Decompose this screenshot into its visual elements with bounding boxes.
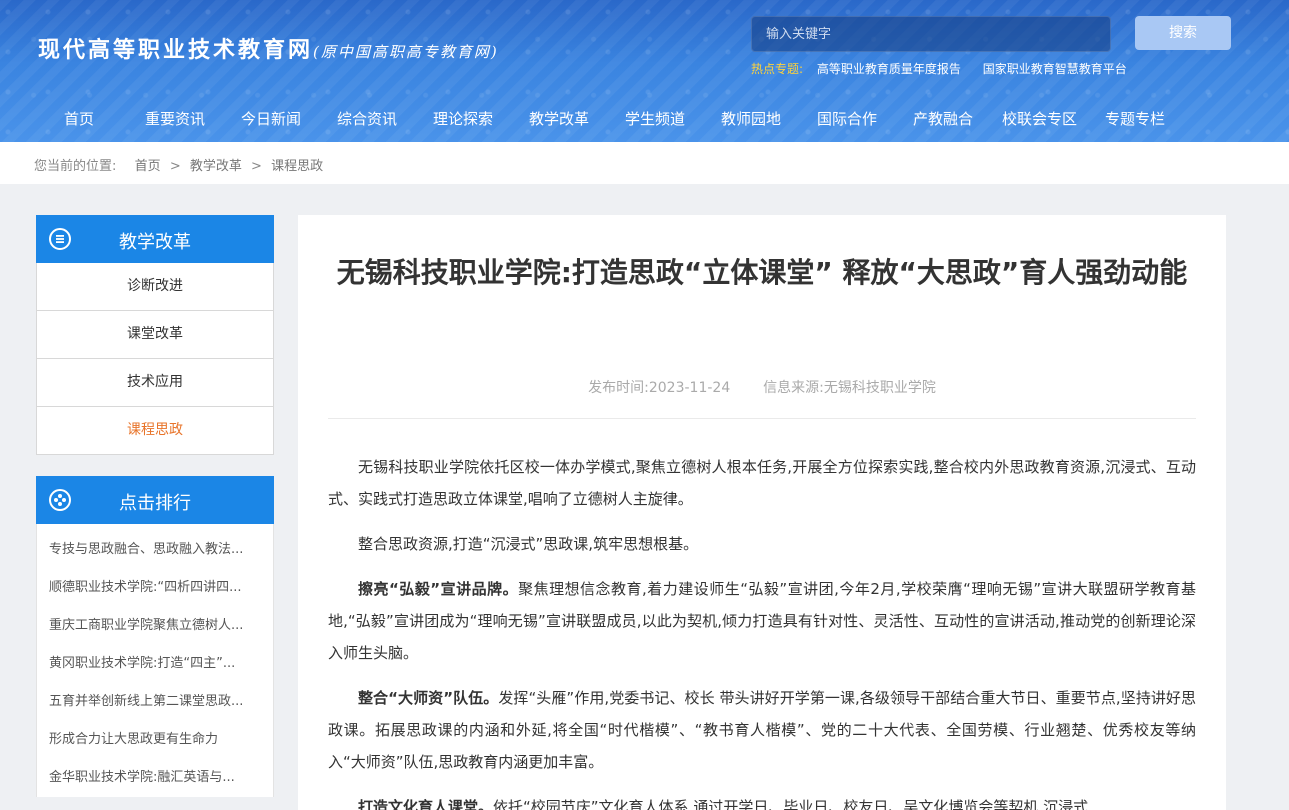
ranking-panel-title: 点击排行 bbox=[119, 493, 191, 514]
ranking-list-item[interactable]: 金华职业技术学院:融汇英语与... bbox=[36, 759, 274, 797]
site-logo[interactable]: 现代高等职业技术教育网(原中国高职高专教育网) bbox=[38, 32, 499, 64]
nav-item-teaching-reform[interactable]: 教学改革 bbox=[529, 108, 589, 129]
nav-item-international[interactable]: 国际合作 bbox=[817, 108, 877, 129]
source-name: 无锡科技职业学院 bbox=[823, 380, 936, 396]
paragraph-text: 依托“校园节庆”文化育人体系,通过开学日、毕业日、校友日、吴文化博览会等契机,沉… bbox=[493, 798, 1089, 810]
publish-date: 2023-11-24 bbox=[648, 380, 731, 396]
search-button[interactable]: 搜索 bbox=[1135, 16, 1231, 50]
ranking-panel: 点击排行 专技与思政融合、思政融入教法... 顺德职业技术学院:“四析四讲四..… bbox=[36, 476, 274, 797]
article-meta: 发布时间:2023-11-24 信息来源:无锡科技职业学院 bbox=[298, 377, 1226, 397]
article-paragraph: 整合思政资源,打造“沉浸式”思政课,筑牢思想根基。 bbox=[358, 535, 699, 553]
breadcrumb-link[interactable]: 教学改革 bbox=[190, 159, 242, 174]
hot-topics-label: 热点专题: bbox=[751, 62, 804, 76]
paragraph-lead: 擦亮“弘毅”宣讲品牌。 bbox=[358, 580, 519, 598]
nav-item-today-news[interactable]: 今日新闻 bbox=[241, 108, 301, 129]
logo-main-text: 现代高等职业技术教育网 bbox=[38, 37, 314, 63]
nav-item-students[interactable]: 学生频道 bbox=[625, 108, 685, 129]
paragraph-lead: 打造文化育人课堂。 bbox=[358, 798, 494, 810]
main-nav: 首页 重要资讯 今日新闻 综合资讯 理论探索 教学改革 学生频道 教师园地 国际… bbox=[0, 108, 1289, 130]
search-input[interactable]: 输入关键字 bbox=[751, 16, 1111, 52]
breadcrumb-link[interactable]: 课程思政 bbox=[271, 159, 323, 174]
ranking-list-item[interactable]: 重庆工商职业学院聚焦立德树人... bbox=[36, 607, 274, 645]
article-paragraph: 无锡科技职业学院依托区校一体办学模式,聚焦立德树人根本任务,开展全方位探索实践,… bbox=[328, 458, 1196, 508]
breadcrumb-label: 您当前的位置: bbox=[34, 159, 117, 174]
breadcrumb-separator: > bbox=[251, 159, 262, 174]
site-header: 现代高等职业技术教育网(原中国高职高专教育网) 输入关键字 搜索 热点专题: 高… bbox=[0, 0, 1289, 142]
category-panel: 教学改革 诊断改进 课堂改革 技术应用 课程思政 bbox=[36, 215, 274, 455]
paragraph-lead: 整合“大师资”队伍。 bbox=[358, 689, 499, 707]
article-paragraph: 擦亮“弘毅”宣讲品牌。聚焦理想信念教育,着力建设师生“弘毅”宣讲团,今年2月,学… bbox=[328, 573, 1196, 669]
logo-sub-text: (原中国高职高专教育网) bbox=[313, 43, 499, 61]
ranking-list-item[interactable]: 专技与思政融合、思政融入教法... bbox=[36, 531, 274, 569]
sidebar-item-course-ideology[interactable]: 课程思政 bbox=[36, 407, 274, 455]
breadcrumb-separator: > bbox=[169, 159, 181, 174]
article-paragraph: 整合“大师资”队伍。发挥“头雁”作用,党委书记、校长 带头讲好开学第一课,各级领… bbox=[328, 682, 1196, 778]
category-panel-header: 教学改革 bbox=[36, 215, 274, 263]
sidebar-item-classroom-reform[interactable]: 课堂改革 bbox=[36, 311, 274, 359]
nav-item-alliance[interactable]: 校联会专区 bbox=[1002, 108, 1077, 129]
nav-item-special-topics[interactable]: 专题专栏 bbox=[1105, 108, 1165, 129]
ranking-list-item[interactable]: 顺德职业技术学院:“四析四讲四... bbox=[36, 569, 274, 607]
nav-item-teachers[interactable]: 教师园地 bbox=[721, 108, 781, 129]
article-panel: 无锡科技职业学院:打造思政“立体课堂” 释放“大思政”育人强劲动能 发布时间:2… bbox=[298, 215, 1226, 810]
hot-topics: 热点专题: 高等职业教育质量年度报告 国家职业教育智慧教育平台 bbox=[751, 60, 1145, 77]
source-label: 信息来源: bbox=[763, 380, 824, 396]
article-title: 无锡科技职业学院:打造思政“立体课堂” 释放“大思政”育人强劲动能 bbox=[336, 256, 1188, 289]
article-body: 无锡科技职业学院依托区校一体办学模式,聚焦立德树人根本任务,开展全方位探索实践,… bbox=[328, 451, 1196, 810]
sidebar-item-tech-application[interactable]: 技术应用 bbox=[36, 359, 274, 407]
breadcrumb-bar: 您当前的位置: 首页 > 教学改革 > 课程思政 bbox=[0, 142, 1289, 184]
nav-item-home[interactable]: 首页 bbox=[64, 108, 94, 129]
hot-topic-link[interactable]: 国家职业教育智慧教育平台 bbox=[983, 62, 1127, 76]
ranking-list-item[interactable]: 黄冈职业技术学院:打造“四主”... bbox=[36, 645, 274, 683]
meta-divider bbox=[328, 418, 1196, 419]
breadcrumb-link[interactable]: 首页 bbox=[135, 159, 161, 174]
nav-item-important-news[interactable]: 重要资讯 bbox=[145, 108, 205, 129]
ranking-list-item[interactable]: 五育并举创新线上第二课堂思政... bbox=[36, 683, 274, 721]
nav-item-general-news[interactable]: 综合资讯 bbox=[337, 108, 397, 129]
category-panel-title: 教学改革 bbox=[119, 232, 191, 253]
nav-item-theory[interactable]: 理论探索 bbox=[433, 108, 493, 129]
sidebar-item-diagnosis[interactable]: 诊断改进 bbox=[36, 263, 274, 311]
publish-date-label: 发布时间: bbox=[588, 380, 649, 396]
nav-item-industry-education[interactable]: 产教融合 bbox=[913, 108, 973, 129]
breadcrumb: 您当前的位置: 首页 > 教学改革 > 课程思政 bbox=[34, 155, 323, 174]
hot-topic-link[interactable]: 高等职业教育质量年度报告 bbox=[817, 62, 961, 76]
ranking-panel-header: 点击排行 bbox=[36, 476, 274, 524]
ranking-list-item[interactable]: 形成合力让大思政更有生命力 bbox=[36, 721, 274, 759]
article-paragraph: 打造文化育人课堂。依托“校园节庆”文化育人体系,通过开学日、毕业日、校友日、吴文… bbox=[328, 791, 1196, 810]
